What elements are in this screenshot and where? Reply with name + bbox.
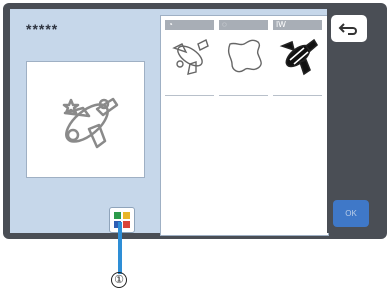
- callout-number: ①: [111, 272, 127, 288]
- tile-outline-shape[interactable]: ◌: [219, 20, 268, 98]
- preview-box: [26, 61, 145, 178]
- tile-filled-airplane[interactable]: IW: [273, 20, 322, 98]
- pattern-selection-area: ◔ ◌ IW: [160, 15, 329, 236]
- airplane-silhouette-outline-icon: [227, 39, 262, 73]
- device-screen: ***** ◔ ◌ IW OK: [3, 3, 387, 239]
- tile-underline: [165, 95, 214, 96]
- airplane-outline-icon: [171, 39, 209, 75]
- rotate-icon: ◔: [168, 20, 173, 29]
- tab-bar-3: IW: [273, 20, 322, 30]
- airplane-preview-icon: [62, 97, 118, 148]
- airplane-filled-icon: [279, 38, 318, 76]
- return-arrow-icon: [338, 22, 357, 35]
- outline-icon: ◌: [222, 20, 227, 29]
- main-panel: ***** ◔ ◌ IW: [10, 9, 329, 236]
- back-button[interactable]: [331, 15, 367, 42]
- callout-line: [118, 222, 122, 274]
- fill-icon: IW: [276, 20, 286, 29]
- color-palette-icon: [114, 212, 130, 228]
- tile-underline: [273, 95, 322, 96]
- ok-button[interactable]: OK: [333, 200, 369, 227]
- tab-bar-2: ◌: [219, 20, 268, 30]
- tab-bar-1: ◔: [165, 20, 214, 30]
- pattern-name: *****: [26, 21, 59, 37]
- tile-rotated-airplane[interactable]: ◔: [165, 20, 214, 98]
- tile-underline: [219, 95, 268, 96]
- color-settings-button[interactable]: [109, 207, 135, 233]
